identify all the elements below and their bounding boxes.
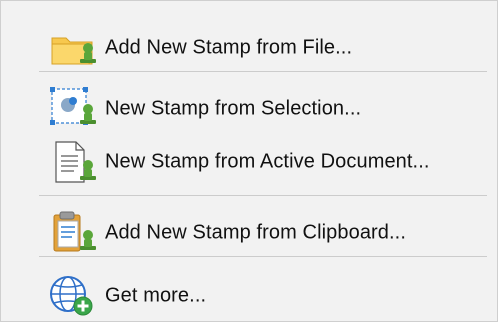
- stamp-menu: Add New Stamp from File... New Stamp fro…: [0, 0, 498, 322]
- separator: [39, 195, 487, 196]
- globe-add-icon: [45, 271, 103, 321]
- add-new-stamp-from-clipboard-item[interactable]: Add New Stamp from Clipboard...: [1, 208, 497, 258]
- document-stamp-icon: [45, 137, 103, 187]
- new-stamp-from-selection-item[interactable]: New Stamp from Selection...: [1, 84, 497, 134]
- separator: [39, 256, 487, 257]
- get-more-label: Get more...: [105, 284, 207, 307]
- folder-stamp-icon: [45, 23, 103, 73]
- separator: [39, 71, 487, 72]
- clipboard-stamp-icon: [45, 208, 103, 258]
- new-stamp-from-selection-label: New Stamp from Selection...: [105, 97, 362, 120]
- add-new-stamp-from-file-label: Add New Stamp from File...: [105, 36, 353, 59]
- add-new-stamp-from-file-item[interactable]: Add New Stamp from File...: [1, 23, 497, 73]
- add-new-stamp-from-clipboard-label: Add New Stamp from Clipboard...: [105, 221, 407, 244]
- selection-stamp-icon: [45, 84, 103, 134]
- new-stamp-from-active-document-label: New Stamp from Active Document...: [105, 150, 430, 173]
- new-stamp-from-active-document-item[interactable]: New Stamp from Active Document...: [1, 137, 497, 187]
- get-more-item[interactable]: Get more...: [1, 271, 497, 321]
